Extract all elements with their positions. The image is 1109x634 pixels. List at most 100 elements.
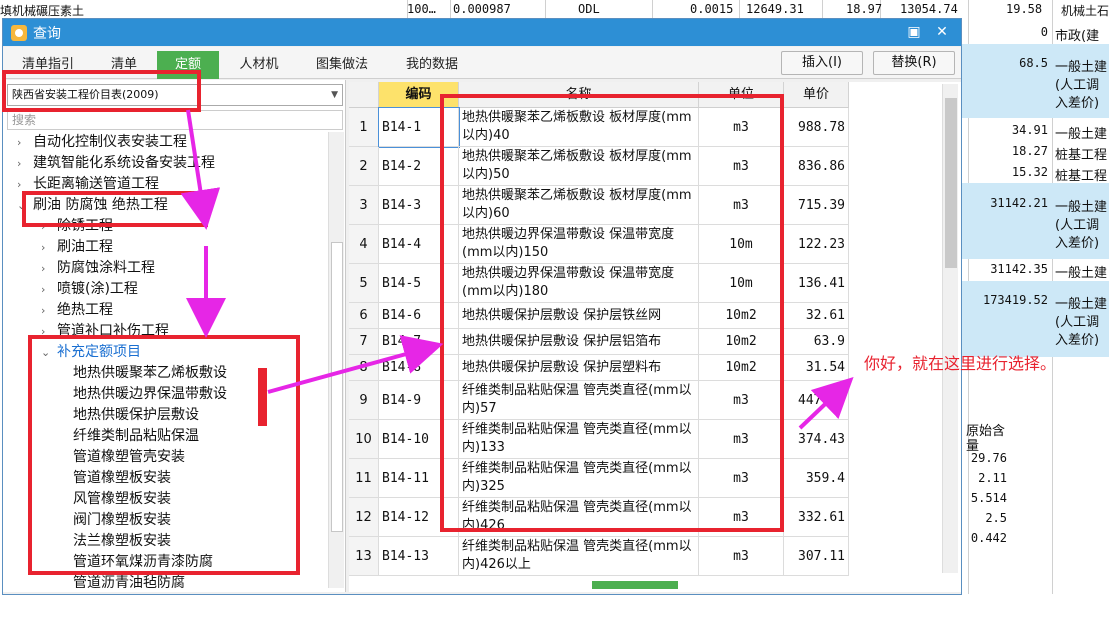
app-logo-icon	[11, 24, 27, 41]
tab-my-data[interactable]: 我的数据	[389, 51, 475, 79]
tree-item[interactable]: › 喷镀(涂)工程	[41, 279, 138, 300]
quota-code-text: B14-5	[382, 275, 422, 291]
quota-price: 122.23	[784, 225, 849, 264]
background-value: 68.5	[1019, 56, 1048, 70]
row-number-text: 7	[359, 334, 368, 349]
marker-bar	[258, 368, 267, 426]
background-text: 桩基工程	[1055, 148, 1108, 163]
grid-hscroll-thumb[interactable]	[592, 581, 678, 589]
chevron-right-icon[interactable]: ›	[17, 132, 33, 153]
tree-item[interactable]: 管道沥青油毡防腐	[73, 573, 185, 588]
row-number: 4	[349, 225, 379, 264]
background-cell: 100…	[407, 2, 436, 16]
row-number: 8	[349, 355, 379, 381]
tree-item[interactable]: › 防腐蚀涂料工程	[41, 258, 155, 279]
quota-price-text: 332.61	[798, 509, 845, 525]
search-input[interactable]: 搜索	[7, 110, 343, 130]
background-value: 0	[1040, 25, 1048, 39]
quota-name: 纤维类制品粘贴保温 管壳类直径(mm以内)426以上	[459, 537, 699, 576]
background-value: 2.5	[985, 511, 1007, 525]
background-cell: 填机械碾压素土	[0, 4, 85, 18]
chevron-right-icon[interactable]: ›	[41, 279, 57, 300]
quota-price: 63.9	[784, 329, 849, 355]
quota-price: 988.78	[784, 108, 849, 147]
maximize-icon[interactable]: ▣	[903, 22, 925, 42]
quota-name-text: 纤维类制品粘贴保温 管壳类直径(mm以内)426以上	[462, 539, 692, 572]
title-bar: 查询 ▣ ✕	[3, 19, 961, 46]
tab-atlas[interactable]: 图集做法	[299, 51, 385, 79]
row-number: 13	[349, 537, 379, 576]
chevron-down-icon: ▼	[331, 90, 338, 100]
background-cell: 机械土石	[1061, 4, 1109, 18]
header-corner	[349, 82, 379, 108]
quota-price-text: 988.78	[798, 119, 845, 135]
quota-unit-text: m3	[733, 548, 749, 564]
quota-price-text: 715.39	[798, 197, 845, 213]
row-number-text: 6	[359, 308, 368, 323]
background-cell: 13054.74	[900, 2, 958, 16]
tree-item[interactable]: › 绝热工程	[41, 300, 113, 321]
quota-code-text: B14-7	[382, 334, 422, 349]
row-number-text: 8	[359, 360, 368, 375]
tree-item[interactable]: › 自动化控制仪表安装工程	[17, 132, 187, 153]
row-number-text: 13	[355, 548, 372, 564]
tree-item-label: 防腐蚀涂料工程	[57, 260, 155, 276]
row-number: 7	[349, 329, 379, 355]
quota-price: 31.54	[784, 355, 849, 381]
quota-code-text: B14-9	[382, 392, 422, 408]
background-value: 2.11	[978, 471, 1007, 485]
chevron-right-icon[interactable]: ›	[17, 153, 33, 174]
background-text: 一般土建	[1055, 127, 1108, 142]
annotation-text: 你好，就在这里进行选择。	[864, 354, 1057, 373]
tree-item[interactable]: › 刷油工程	[41, 237, 113, 258]
quota-price-text: 136.41	[798, 275, 845, 291]
background-value: 31142.21	[990, 196, 1048, 210]
table-row[interactable]: 13 B14-13 纤维类制品粘贴保温 管壳类直径(mm以内)426以上 m3 307.…	[349, 537, 849, 576]
row-number: 1	[349, 108, 379, 147]
quota-code-text: B14-10	[382, 431, 429, 447]
tree-item[interactable]: › 建筑智能化系统设备安装工程	[17, 153, 215, 174]
quota-price: 307.11	[784, 537, 849, 576]
tree-item-label: 喷镀(涂)工程	[57, 281, 138, 297]
background-value: 0.442	[970, 531, 1007, 545]
background-text: (人工调	[1055, 218, 1100, 233]
row-number-text: 12	[355, 509, 372, 525]
dialog-title: 查询	[33, 25, 61, 42]
tab-labor-material[interactable]: 人材机	[223, 51, 295, 79]
tree-item-label: 绝热工程	[57, 302, 113, 318]
row-number: 6	[349, 303, 379, 329]
chevron-right-icon[interactable]: ›	[41, 237, 57, 258]
header-price[interactable]: 单价	[784, 82, 849, 108]
close-icon[interactable]: ✕	[931, 22, 953, 42]
row-number-text: 11	[355, 470, 372, 486]
quota-price-text: 122.23	[798, 236, 845, 252]
quota-price-text: 447.18	[798, 392, 845, 408]
background-text: 入差价)	[1055, 333, 1100, 348]
grid-scrollbar[interactable]	[942, 84, 958, 573]
insert-button[interactable]: 插入(I)	[781, 51, 863, 75]
background-text: 一般土建	[1055, 200, 1108, 215]
background-cell: 19.58	[1006, 2, 1043, 16]
row-number-text: 2	[359, 158, 368, 174]
chevron-right-icon[interactable]: ›	[41, 300, 57, 321]
quota-code-text: B14-2	[382, 158, 422, 174]
quota-code-text: B14-3	[382, 197, 422, 213]
background-cell: 18.97	[846, 2, 883, 16]
chevron-right-icon[interactable]: ›	[41, 258, 57, 279]
quota-price: 447.18	[784, 381, 849, 420]
quota-price: 332.61	[784, 498, 849, 537]
tree-item-label: 长距离输送管道工程	[33, 176, 159, 192]
quota-price-text: 359.4	[805, 470, 845, 486]
background-text: 入差价)	[1055, 96, 1100, 111]
replace-button[interactable]: 替换(R)	[873, 51, 955, 75]
quota-code: B14-13	[379, 537, 459, 576]
tree-item-label: 建筑智能化系统设备安装工程	[33, 155, 215, 171]
row-number: 11	[349, 459, 379, 498]
background-value: 18.27	[1011, 144, 1048, 158]
quota-code-text: B14-11	[382, 470, 429, 486]
row-number-text: 5	[359, 275, 368, 291]
quota-price-text: 374.43	[798, 431, 845, 447]
library-highlight-box	[2, 70, 201, 112]
background-value: 15.32	[1011, 165, 1048, 179]
tree-scrollbar[interactable]	[328, 132, 344, 588]
